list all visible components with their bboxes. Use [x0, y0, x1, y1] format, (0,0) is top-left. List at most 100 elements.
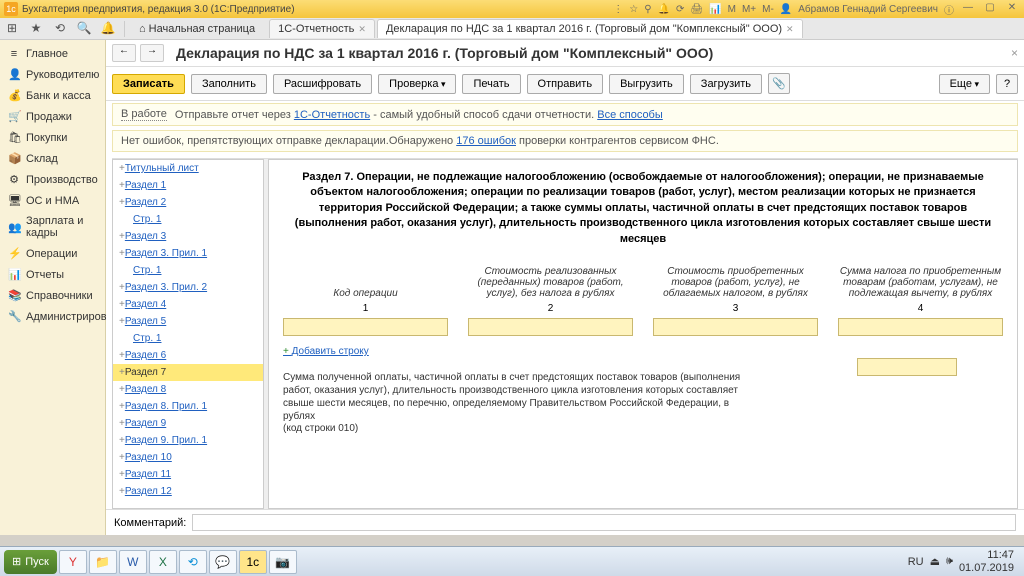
col-input[interactable] — [838, 318, 1003, 336]
section-item[interactable]: Раздел 2 — [113, 194, 263, 211]
close-button[interactable]: ✕ — [1004, 2, 1020, 16]
section-item[interactable]: Раздел 11 — [113, 466, 263, 483]
section-item[interactable]: Раздел 8. Прил. 1 — [113, 398, 263, 415]
close-page-button[interactable]: × — [1011, 46, 1018, 60]
icon[interactable]: M+ — [742, 4, 756, 15]
user-icon[interactable]: 👤 — [780, 4, 792, 15]
tray-icon[interactable]: 🕪 — [946, 555, 953, 568]
sidebar-item[interactable]: 🛒Продажи — [0, 106, 105, 127]
icon[interactable]: M — [728, 4, 736, 15]
decode-button[interactable]: Расшифровать — [273, 74, 372, 94]
icon[interactable]: ⟳ — [676, 4, 684, 15]
help-button[interactable]: ? — [996, 74, 1018, 94]
nav-icon: ≡ — [8, 48, 20, 60]
export-button[interactable]: Выгрузить — [609, 74, 684, 94]
col-input[interactable] — [653, 318, 818, 336]
home-link[interactable]: ⌂Начальная страница — [133, 21, 261, 37]
attach-button[interactable]: 📎 — [768, 73, 790, 94]
section-item[interactable]: Раздел 3 — [113, 228, 263, 245]
section-item[interactable]: Стр. 1 — [113, 262, 263, 279]
sidebar-item[interactable]: 📦Склад — [0, 148, 105, 169]
sidebar-item[interactable]: ≡ Главное — [0, 44, 105, 64]
icon[interactable]: M- — [762, 4, 774, 15]
lang-indicator[interactable]: RU — [908, 556, 924, 568]
section-item[interactable]: Раздел 8 — [113, 381, 263, 398]
section-item[interactable]: Раздел 9. Прил. 1 — [113, 432, 263, 449]
icon[interactable]: 🖨 — [690, 4, 703, 15]
close-icon[interactable]: ✕ — [358, 24, 366, 35]
star-icon[interactable]: ★ — [28, 21, 44, 37]
all-ways-link[interactable]: Все способы — [597, 109, 663, 121]
col-input[interactable] — [283, 318, 448, 336]
sidebar-item[interactable]: 📊Отчеты — [0, 264, 105, 285]
task-icon[interactable]: W — [119, 550, 147, 574]
section-item[interactable]: Раздел 1 — [113, 177, 263, 194]
task-icon[interactable]: X — [149, 550, 177, 574]
search-icon[interactable]: 🔍 — [76, 21, 92, 37]
more-button[interactable]: Еще — [939, 74, 990, 94]
info-icon[interactable]: ⓘ — [944, 2, 954, 17]
section-item[interactable]: Титульный лист — [113, 160, 263, 177]
section-item[interactable]: Раздел 4 — [113, 296, 263, 313]
user-name[interactable]: Абрамов Геннадий Сергеевич — [798, 4, 938, 15]
icon[interactable]: 📊 — [709, 4, 721, 15]
import-button[interactable]: Загрузить — [690, 74, 762, 94]
section-item[interactable]: Стр. 1 — [113, 330, 263, 347]
history-icon[interactable]: ⟲ — [52, 21, 68, 37]
section-item[interactable]: Раздел 7 — [113, 364, 263, 381]
sum-input[interactable] — [857, 358, 957, 376]
sidebar-item[interactable]: 🖥ОС и НМА — [0, 190, 105, 211]
comment-input[interactable] — [192, 514, 1016, 531]
section-item[interactable]: Раздел 9 — [113, 415, 263, 432]
print-button[interactable]: Печать — [462, 74, 520, 94]
task-icon[interactable]: 1c — [239, 550, 267, 574]
start-button[interactable]: ⊞Пуск — [4, 550, 57, 574]
sidebar-item[interactable]: 💰Банк и касса — [0, 85, 105, 106]
sections-tree: Титульный листРаздел 1Раздел 2Стр. 1Разд… — [112, 159, 264, 509]
report-link[interactable]: 1С-Отчетность — [294, 109, 370, 121]
task-icon[interactable]: ⟲ — [179, 550, 207, 574]
task-icon[interactable]: 📷 — [269, 550, 297, 574]
forward-button[interactable]: → — [140, 44, 164, 62]
task-icon[interactable]: 📁 — [89, 550, 117, 574]
nav-label: Главное — [26, 48, 68, 60]
errors-link[interactable]: 176 ошибок — [456, 135, 516, 147]
sidebar-item[interactable]: 🔧Администрирование — [0, 306, 105, 327]
icon[interactable]: ⋮ — [613, 4, 623, 15]
task-icon[interactable]: Y — [59, 550, 87, 574]
sidebar-item[interactable]: 👤Руководителю — [0, 64, 105, 85]
bell-icon[interactable]: 🔔 — [100, 21, 116, 37]
write-button[interactable]: Записать — [112, 74, 185, 94]
section-item[interactable]: Раздел 12 — [113, 483, 263, 500]
icon[interactable]: ⚲ — [644, 4, 651, 15]
maximize-button[interactable]: ▢ — [982, 2, 998, 16]
section-item[interactable]: Раздел 5 — [113, 313, 263, 330]
back-button[interactable]: ← — [112, 44, 136, 62]
fill-button[interactable]: Заполнить — [191, 74, 267, 94]
apps-icon[interactable]: ⊞ — [4, 21, 20, 37]
tab-1c-report[interactable]: 1С-Отчетность✕ — [269, 19, 375, 38]
sidebar-item[interactable]: 🛍Покупки — [0, 127, 105, 148]
sidebar-item[interactable]: 👥Зарплата и кадры — [0, 211, 105, 243]
add-row-link[interactable]: Добавить строку — [283, 346, 1003, 357]
tray-icon[interactable]: ⏏ — [930, 555, 940, 568]
sidebar-item[interactable]: ⚙Производство — [0, 169, 105, 190]
sidebar-item[interactable]: 📚Справочники — [0, 285, 105, 306]
section-item[interactable]: Раздел 6 — [113, 347, 263, 364]
tab-declaration[interactable]: Декларация по НДС за 1 квартал 2016 г. (… — [377, 19, 803, 38]
check-button[interactable]: Проверка — [378, 74, 456, 94]
section-item[interactable]: Стр. 1 — [113, 211, 263, 228]
col-input[interactable] — [468, 318, 633, 336]
task-icon[interactable]: 💬 — [209, 550, 237, 574]
section-item[interactable]: Раздел 3. Прил. 2 — [113, 279, 263, 296]
send-button[interactable]: Отправить — [527, 74, 604, 94]
close-icon[interactable]: ✕ — [786, 24, 794, 35]
status-tag[interactable]: В работе — [121, 108, 167, 121]
section-item[interactable]: Раздел 10 — [113, 449, 263, 466]
sidebar-item[interactable]: ⚡Операции — [0, 243, 105, 264]
clock[interactable]: 11:47 01.07.2019 — [959, 549, 1014, 573]
icon[interactable]: 🔔 — [658, 4, 670, 15]
minimize-button[interactable]: — — [960, 2, 976, 16]
section-item[interactable]: Раздел 3. Прил. 1 — [113, 245, 263, 262]
icon[interactable]: ☆ — [629, 4, 638, 15]
